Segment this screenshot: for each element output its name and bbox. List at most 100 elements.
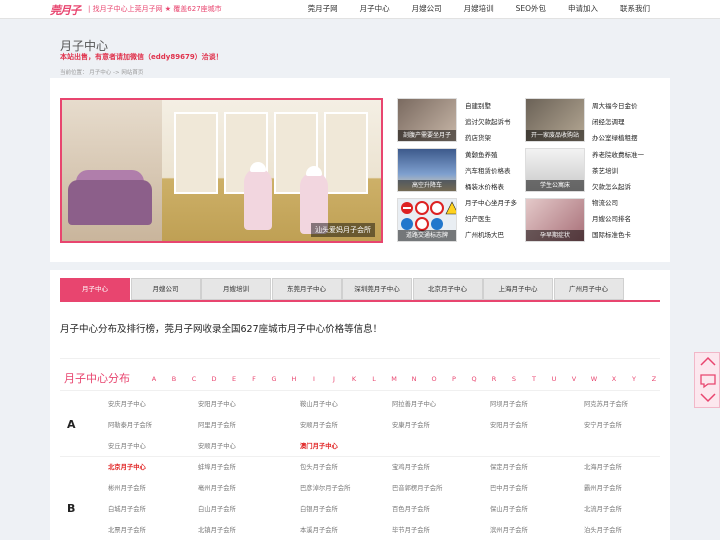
city-link[interactable]: 安庆月子中心 [108, 399, 146, 411]
chevron-down-icon[interactable] [695, 389, 720, 407]
news-link[interactable]: 物流公司 [592, 197, 618, 209]
hero-slide[interactable]: 汕头爱妈月子会所 [60, 98, 383, 243]
city-link[interactable]: 安康月子会所 [392, 420, 430, 432]
city-link[interactable]: 安阳月子中心 [198, 399, 236, 411]
letter-link[interactable]: J [324, 375, 344, 383]
news-link[interactable]: 广州机场大巴 [465, 229, 504, 241]
news-link[interactable]: 办公室绿植租摆 [592, 132, 638, 144]
letter-link[interactable]: T [524, 375, 544, 383]
tab-shenzhen[interactable]: 深圳莞月子中心 [342, 278, 412, 300]
letter-link[interactable]: O [424, 375, 444, 383]
nav-join[interactable]: 申请加入 [568, 0, 598, 19]
city-link[interactable]: 滨州月子会所 [490, 525, 528, 537]
news-link[interactable]: 国际标准色卡 [592, 229, 631, 241]
city-link[interactable]: 阿勒泰月子会所 [108, 420, 152, 432]
city-link[interactable]: 本溪月子会所 [300, 525, 338, 537]
letter-link[interactable]: P [444, 375, 464, 383]
city-link[interactable]: 安丘月子中心 [108, 441, 146, 453]
letter-link[interactable]: Z [644, 375, 664, 383]
city-link[interactable]: 北票月子会所 [108, 525, 146, 537]
letter-link[interactable]: S [504, 375, 524, 383]
city-link[interactable]: 白山月子会所 [198, 504, 236, 516]
city-link[interactable]: 保定月子会所 [490, 462, 528, 474]
city-link[interactable]: 包头月子会所 [300, 462, 338, 474]
letter-link[interactable]: W [584, 375, 604, 383]
news-link[interactable]: 月子中心坐月子多 [465, 197, 517, 209]
letter-link[interactable]: L [364, 375, 384, 383]
news-thumb[interactable]: 高空升降车 [397, 148, 457, 192]
letter-link[interactable]: M [384, 375, 404, 383]
letter-link[interactable]: X [604, 375, 624, 383]
chevron-up-icon[interactable] [695, 353, 720, 371]
news-thumb[interactable]: 学生公寓床 [525, 148, 585, 192]
city-link[interactable]: 巴中月子会所 [490, 483, 528, 495]
letter-link[interactable]: G [264, 375, 284, 383]
news-link[interactable]: 汽车租赁价格表 [465, 165, 511, 177]
news-link[interactable]: 追讨欠款起诉书 [465, 116, 511, 128]
letter-link[interactable]: C [184, 375, 204, 383]
nav-nanny-training[interactable]: 月嫂培训 [464, 0, 494, 19]
city-link[interactable]: 巴音郭楞月子会所 [392, 483, 442, 495]
city-link[interactable]: 蚌埠月子会所 [198, 462, 236, 474]
city-link[interactable]: 霸州月子会所 [584, 483, 622, 495]
letter-link[interactable]: I [304, 375, 324, 383]
nav-confinement-center[interactable]: 月子中心 [360, 0, 390, 19]
letter-link[interactable]: U [544, 375, 564, 383]
news-link[interactable]: 养老院收费标准一 [592, 149, 644, 161]
letter-link[interactable]: A [144, 375, 164, 383]
site-logo[interactable]: 莞月子 [50, 2, 81, 17]
news-link[interactable]: 周大福今日金价 [592, 100, 638, 112]
letter-link[interactable]: F [244, 375, 264, 383]
letter-link[interactable]: E [224, 375, 244, 383]
letter-link[interactable]: B [164, 375, 184, 383]
city-link[interactable]: 阿拉善月子中心 [392, 399, 436, 411]
news-link[interactable]: 月嫂公司排名 [592, 213, 631, 225]
letter-link[interactable]: Q [464, 375, 484, 383]
news-thumb[interactable]: 道路交通标志牌 [397, 198, 457, 242]
news-thumb[interactable]: 孕早期症状 [525, 198, 585, 242]
news-link[interactable]: 欠款怎么起诉 [592, 181, 631, 193]
news-link[interactable]: 黄颡鱼养殖 [465, 149, 498, 161]
city-link[interactable]: 阿坝月子会所 [490, 399, 528, 411]
news-link[interactable]: 茶艺培训 [592, 165, 618, 177]
city-link[interactable]: 安顺月子会所 [300, 420, 338, 432]
city-link[interactable]: 宝鸡月子会所 [392, 462, 430, 474]
city-link[interactable]: 百色月子会所 [392, 504, 430, 516]
city-link[interactable]: 阿里月子会所 [198, 420, 236, 432]
nav-contact[interactable]: 联系我们 [620, 0, 650, 19]
city-link[interactable]: 安顺月子中心 [198, 441, 236, 453]
city-link[interactable]: 安宁月子会所 [584, 420, 622, 432]
letter-link[interactable]: N [404, 375, 424, 383]
city-link[interactable]: 亳州月子会所 [198, 483, 236, 495]
news-link[interactable]: 闭经怎调理 [592, 116, 625, 128]
letter-link[interactable]: D [204, 375, 224, 383]
tab-guangzhou[interactable]: 广州月子中心 [553, 278, 624, 300]
news-link[interactable]: 自建别墅 [465, 100, 491, 112]
news-link[interactable]: 桶装水价格表 [465, 181, 504, 193]
city-link[interactable]: 北流月子会所 [584, 504, 622, 516]
nav-home[interactable]: 莞月子网 [308, 0, 338, 19]
letter-link[interactable]: V [564, 375, 584, 383]
tab-confinement-center[interactable]: 月子中心 [60, 278, 130, 300]
news-thumb[interactable]: 开一家废品收购站 [525, 98, 585, 142]
city-link[interactable]: 泊头月子会所 [584, 525, 622, 537]
city-link[interactable]: 安阳月子会所 [490, 420, 528, 432]
city-link[interactable]: 北海月子会所 [584, 462, 622, 474]
city-link[interactable]: 阿克苏月子会所 [584, 399, 628, 411]
tab-nanny-training[interactable]: 月嫂培训 [201, 278, 271, 300]
city-link[interactable]: 白银月子会所 [300, 504, 338, 516]
news-link[interactable]: 妇产医生 [465, 213, 491, 225]
tab-beijing[interactable]: 北京月子中心 [412, 278, 483, 300]
city-link[interactable]: 澳门月子中心 [300, 441, 338, 453]
tab-shanghai[interactable]: 上海月子中心 [483, 278, 553, 300]
nav-seo[interactable]: SEO外包 [516, 0, 546, 19]
tab-nanny-company[interactable]: 月嫂公司 [130, 278, 201, 300]
city-link[interactable]: 彬州月子会所 [108, 483, 146, 495]
message-icon[interactable] [695, 371, 720, 389]
tab-dongguan[interactable]: 东莞月子中心 [271, 278, 342, 300]
letter-link[interactable]: H [284, 375, 304, 383]
news-thumb[interactable]: 剖腹产需要坐月子 [397, 98, 457, 142]
city-link[interactable]: 北京月子中心 [108, 462, 146, 474]
letter-link[interactable]: K [344, 375, 364, 383]
city-link[interactable]: 巴彦淖尔月子会所 [300, 483, 350, 495]
